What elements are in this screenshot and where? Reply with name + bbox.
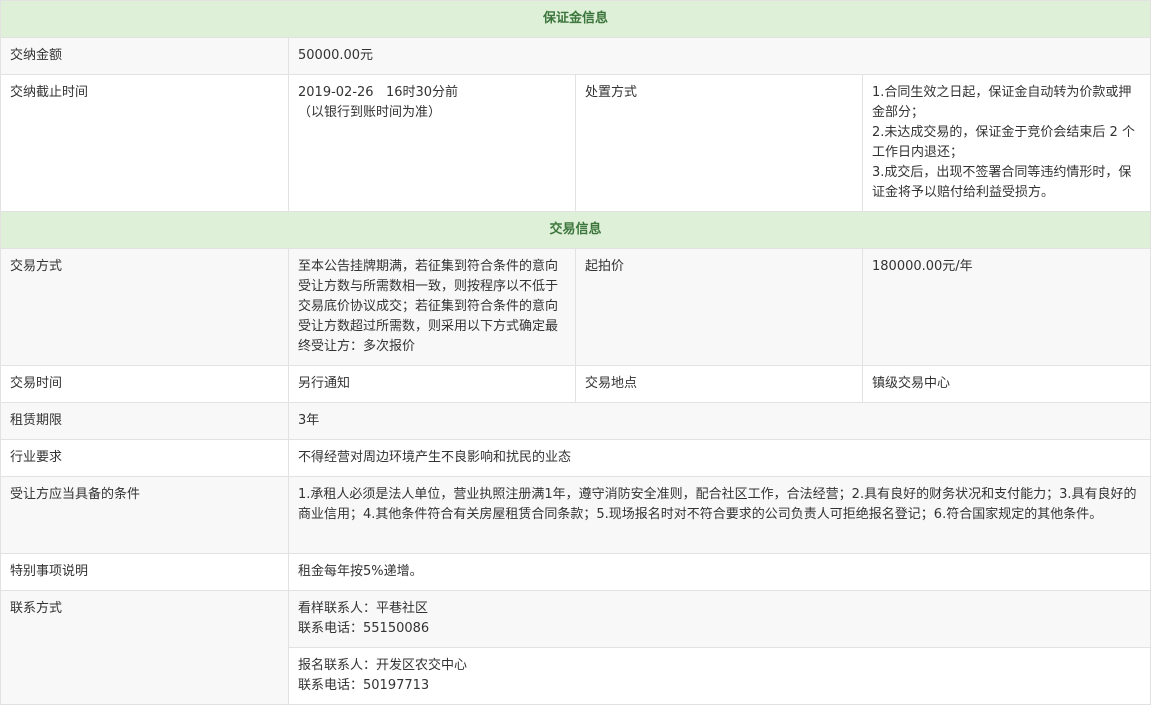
start-price-label: 起拍价 [575,248,863,366]
special-notes-row: 特别事项说明 租金每年按5%递增。 [0,553,1151,591]
registration-contact-phone: 联系电话：50197713 [298,678,430,693]
deposit-deadline-row: 交纳截止时间 2019-02-26 16时30分前 （以银行到账时间为准） 处置… [0,74,1151,212]
deposit-deadline-note: （以银行到账时间为准） [298,105,442,120]
viewing-contact-phone: 联系电话：55150086 [298,621,430,636]
deposit-deadline-label: 交纳截止时间 [0,74,289,212]
lease-term-value: 3年 [287,402,1151,440]
trade-section-header-row: 交易信息 [0,211,1151,249]
lease-term-row: 租赁期限 3年 [0,402,1151,440]
disposal-rule-3: 3.成交后，出现不签署合同等违约情形时，保证金将予以赔付给利益受损方。 [872,165,1132,200]
trade-method-value: 至本公告挂牌期满，若征集到符合条件的意向受让方数与所需数相一致，则按程序以不低于… [288,248,576,366]
deposit-deadline-value: 2019-02-26 16时30分前 （以银行到账时间为准） [288,74,576,212]
listing-info-table: 保证金信息 交纳金额 50000.00元 交纳截止时间 2019-02-26 1… [0,0,1151,705]
disposal-method-value: 1.合同生效之日起，保证金自动转为价款或押金部分； 2.未达成交易的，保证金于竞… [861,74,1151,212]
contact-label: 联系方式 [0,590,289,705]
viewing-contact: 看样联系人：平巷社区 联系电话：55150086 [287,590,1151,648]
lease-term-label: 租赁期限 [0,402,289,440]
deposit-amount-row: 交纳金额 50000.00元 [0,37,1151,75]
trade-section-title: 交易信息 [0,211,1151,249]
special-notes-value: 租金每年按5%递增。 [287,553,1151,591]
viewing-contact-person: 看样联系人：平巷社区 [298,601,429,616]
transferee-conditions-value: 1.承租人必须是法人单位，营业执照注册满1年，遵守消防安全准则，配合社区工作，合… [287,476,1151,554]
disposal-rule-2: 2.未达成交易的，保证金于竞价会结束后 2 个工作日内退还； [872,125,1135,160]
deposit-amount-label: 交纳金额 [0,37,289,75]
industry-requirement-value: 不得经营对周边环境产生不良影响和扰民的业态 [287,439,1151,477]
industry-requirement-label: 行业要求 [0,439,289,477]
industry-requirement-row: 行业要求 不得经营对周边环境产生不良影响和扰民的业态 [0,439,1151,477]
disposal-method-label: 处置方式 [575,74,863,212]
registration-contact: 报名联系人：开发区农交中心 联系电话：50197713 [287,647,1151,705]
special-notes-label: 特别事项说明 [0,553,289,591]
trade-place-label: 交易地点 [575,365,863,403]
trade-time-row: 交易时间 另行通知 交易地点 镇级交易中心 [0,365,1151,403]
deposit-section-header-row: 保证金信息 [0,0,1151,38]
deposit-amount-value: 50000.00元 [287,37,1151,75]
registration-contact-person: 报名联系人：开发区农交中心 [298,658,468,673]
deposit-deadline-datetime: 2019-02-26 16时30分前 [298,85,459,100]
trade-method-label: 交易方式 [0,248,289,366]
start-price-value: 180000.00元/年 [861,248,1151,366]
disposal-rule-1: 1.合同生效之日起，保证金自动转为价款或押金部分； [872,85,1132,120]
transferee-conditions-row: 受让方应当具备的条件 1.承租人必须是法人单位，营业执照注册满1年，遵守消防安全… [0,476,1151,554]
contact-row-viewing: 联系方式 看样联系人：平巷社区 联系电话：55150086 [0,590,1151,705]
trade-method-row: 交易方式 至本公告挂牌期满，若征集到符合条件的意向受让方数与所需数相一致，则按程… [0,248,1151,366]
deposit-section-title: 保证金信息 [0,0,1151,38]
trade-time-label: 交易时间 [0,365,289,403]
trade-time-value: 另行通知 [288,365,576,403]
transferee-conditions-label: 受让方应当具备的条件 [0,476,289,554]
trade-place-value: 镇级交易中心 [861,365,1151,403]
